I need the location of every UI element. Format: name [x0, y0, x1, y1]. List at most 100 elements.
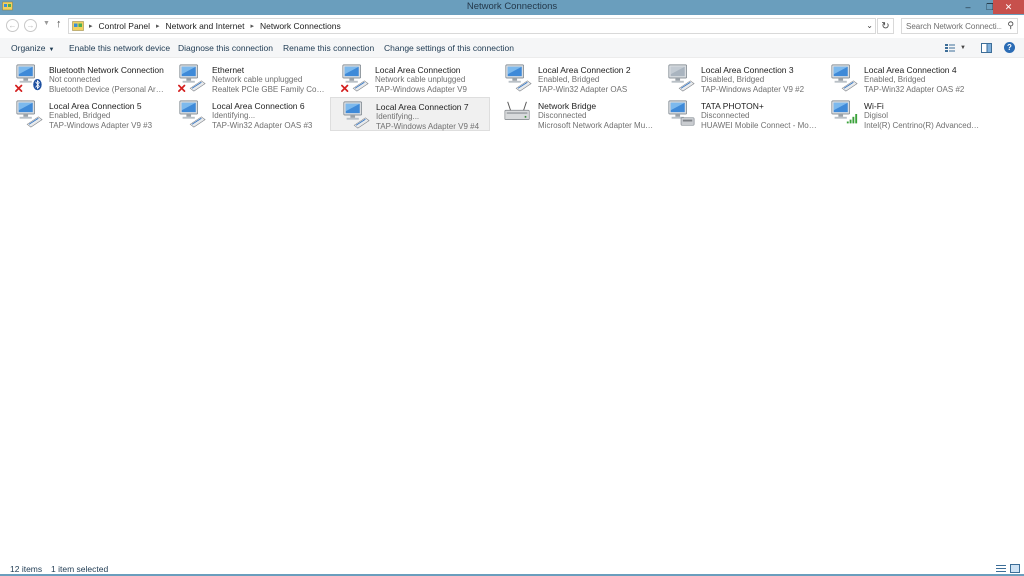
wifi-adapter-icon [831, 100, 858, 124]
navigation-bar: ← → ▼ ↑ ▸ Control Panel ▸ Network and In… [0, 15, 1024, 37]
connection-text: Network Bridge Disconnected Microsoft Netw… [538, 101, 654, 131]
connection-text: Local Area Connection 6 Identifying... TAP… [212, 101, 328, 131]
connection-name: Bluetooth Network Connection [49, 65, 164, 75]
search-box[interactable]: ⚲ [901, 18, 1018, 34]
chevron-down-icon: ▼ [43, 20, 50, 27]
connection-device: TAP-Win32 Adapter OAS #2 [864, 85, 965, 94]
ethernet-adapter-icon [16, 100, 43, 128]
ethernet-adapter-disabled-icon [668, 64, 695, 92]
connection-item[interactable]: Local Area Connection 6 Identifying... TAP… [167, 97, 327, 131]
refresh-icon: ↻ [881, 20, 890, 32]
connection-item[interactable]: TATA PHOTON+ Disconnected HUAWEI Mobile Co… [656, 97, 817, 131]
connection-status: Disconnected [538, 111, 587, 120]
connection-text: Local Area Connection 4 Enabled, Bridged T… [864, 65, 980, 95]
address-bar[interactable]: ▸ Control Panel ▸ Network and Internet ▸… [68, 18, 876, 34]
command-bar: Organize ▼ Enable this network device Dia… [0, 38, 1024, 58]
control-panel-icon [72, 21, 84, 31]
connection-device: Realtek PCIe GBE Family Controller [212, 85, 328, 94]
connection-text: TATA PHOTON+ Disconnected HUAWEI Mobile Co… [701, 101, 817, 131]
connection-status: Digisol [864, 111, 889, 120]
connection-item[interactable]: Wi-Fi Digisol Intel(R) Centrino(R) Advance… [819, 97, 980, 131]
close-button[interactable]: ✕ [993, 0, 1024, 14]
connection-status: Enabled, Bridged [538, 75, 600, 84]
chevron-down-icon[interactable]: ⌄ [866, 21, 873, 30]
selection-count: 1 item selected [51, 564, 109, 574]
connection-device: TAP-Windows Adapter V9 #3 [49, 121, 153, 130]
connection-name: Local Area Connection 7 [376, 102, 469, 112]
connection-item[interactable]: Local Area Connection 4 Enabled, Bridged T… [819, 61, 979, 95]
enable-device-button[interactable]: Enable this network device [69, 43, 170, 53]
recent-locations-button[interactable]: ▼ [43, 20, 50, 27]
connection-text: Local Area Connection 5 Enabled, Bridged T… [49, 101, 165, 131]
connection-status: Disabled, Bridged [701, 75, 765, 84]
chevron-down-icon: ▼ [48, 47, 55, 53]
search-input[interactable] [902, 19, 1002, 33]
ethernet-adapter-icon [831, 64, 858, 92]
bluetooth-adapter-icon [15, 64, 42, 92]
connection-status: Enabled, Bridged [864, 75, 926, 84]
connection-status: Disconnected [701, 111, 750, 120]
connection-status: Identifying... [212, 111, 256, 120]
ethernet-adapter-icon [505, 64, 532, 92]
item-count: 12 items [10, 564, 43, 574]
connection-item[interactable]: Local Area Connection Network cable unplu… [330, 61, 490, 95]
arrow-right-icon: → [26, 21, 35, 30]
network-bridge-icon [504, 101, 530, 120]
change-settings-button[interactable]: Change settings of this connection [384, 43, 514, 53]
rename-button[interactable]: Rename this connection [283, 43, 374, 53]
connection-status: Identifying... [376, 112, 420, 121]
diagnose-button[interactable]: Diagnose this connection [178, 43, 273, 53]
breadcrumb: ▸ Control Panel ▸ Network and Internet ▸… [89, 21, 341, 31]
minimize-button[interactable]: – [957, 0, 979, 14]
connection-device: TAP-Windows Adapter V9 [375, 85, 467, 94]
breadcrumb-network-and-internet[interactable]: Network and Internet [166, 21, 245, 31]
connection-item[interactable]: Ethernet Network cable unplugged Realtek P… [167, 61, 328, 95]
details-view-icon [996, 565, 1006, 572]
change-view-button[interactable]: ▼ [945, 41, 966, 55]
connection-status: Enabled, Bridged [49, 111, 111, 120]
connection-text: Local Area Connection 3 Disabled, Bridged… [701, 65, 817, 95]
refresh-button[interactable]: ↻ [877, 18, 894, 34]
connection-status: Network cable unplugged [212, 75, 303, 84]
connection-item[interactable]: Bluetooth Network Connection Not connecte… [4, 61, 165, 95]
connection-text: Local Area Connection 7 Identifying... TAP… [376, 102, 492, 132]
up-button[interactable]: ↑ [56, 18, 62, 30]
chevron-right-icon[interactable]: ▸ [250, 22, 254, 30]
arrow-up-icon: ↑ [56, 18, 62, 30]
connection-name: TATA PHOTON+ [701, 101, 764, 111]
chevron-down-icon: ▼ [960, 45, 966, 51]
back-button[interactable]: ← [6, 19, 19, 32]
organize-label: Organize [11, 43, 46, 53]
chevron-right-icon[interactable]: ▸ [156, 22, 160, 30]
connection-device: TAP-Win32 Adapter OAS #3 [212, 121, 313, 130]
preview-pane-button[interactable] [981, 41, 992, 55]
connection-text: Local Area Connection Network cable unplu… [375, 65, 491, 95]
chevron-right-icon[interactable]: ▸ [89, 22, 93, 30]
connection-name: Local Area Connection 6 [212, 101, 305, 111]
connection-text: Bluetooth Network Connection Not connecte… [49, 65, 165, 95]
connection-item[interactable]: Local Area Connection 7 Identifying... TAP… [330, 97, 490, 131]
breadcrumb-control-panel[interactable]: Control Panel [99, 21, 151, 31]
organize-menu[interactable]: Organize ▼ [11, 43, 54, 53]
connection-status: Not connected [49, 75, 101, 84]
forward-button[interactable]: → [24, 19, 37, 32]
ethernet-adapter-icon [341, 64, 369, 92]
connection-text: Ethernet Network cable unplugged Realtek P… [212, 65, 328, 95]
connection-name: Ethernet [212, 65, 245, 75]
connection-device: HUAWEI Mobile Connect - Modem [701, 121, 817, 130]
title-bar[interactable]: Network Connections – ❐ ✕ [0, 0, 1024, 15]
connection-item[interactable]: Local Area Connection 5 Enabled, Bridged T… [4, 97, 164, 131]
window-title: Network Connections [466, 1, 558, 12]
ethernet-adapter-icon [179, 100, 206, 128]
connection-device: Bluetooth Device (Personal Area ... [49, 85, 165, 94]
connection-item[interactable]: Network Bridge Disconnected Microsoft Netw… [493, 97, 654, 131]
help-button[interactable]: ? [1004, 42, 1015, 53]
breadcrumb-network-connections[interactable]: Network Connections [260, 21, 341, 31]
connection-name: Wi-Fi [864, 101, 884, 111]
connection-item[interactable]: Local Area Connection 2 Enabled, Bridged T… [493, 61, 653, 95]
search-icon[interactable]: ⚲ [1007, 20, 1014, 31]
connection-item[interactable]: Local Area Connection 3 Disabled, Bridged… [656, 61, 816, 95]
connection-text: Local Area Connection 2 Enabled, Bridged T… [538, 65, 654, 95]
connection-device: TAP-Windows Adapter V9 #4 [376, 122, 480, 131]
large-icons-view-icon [1010, 564, 1020, 573]
